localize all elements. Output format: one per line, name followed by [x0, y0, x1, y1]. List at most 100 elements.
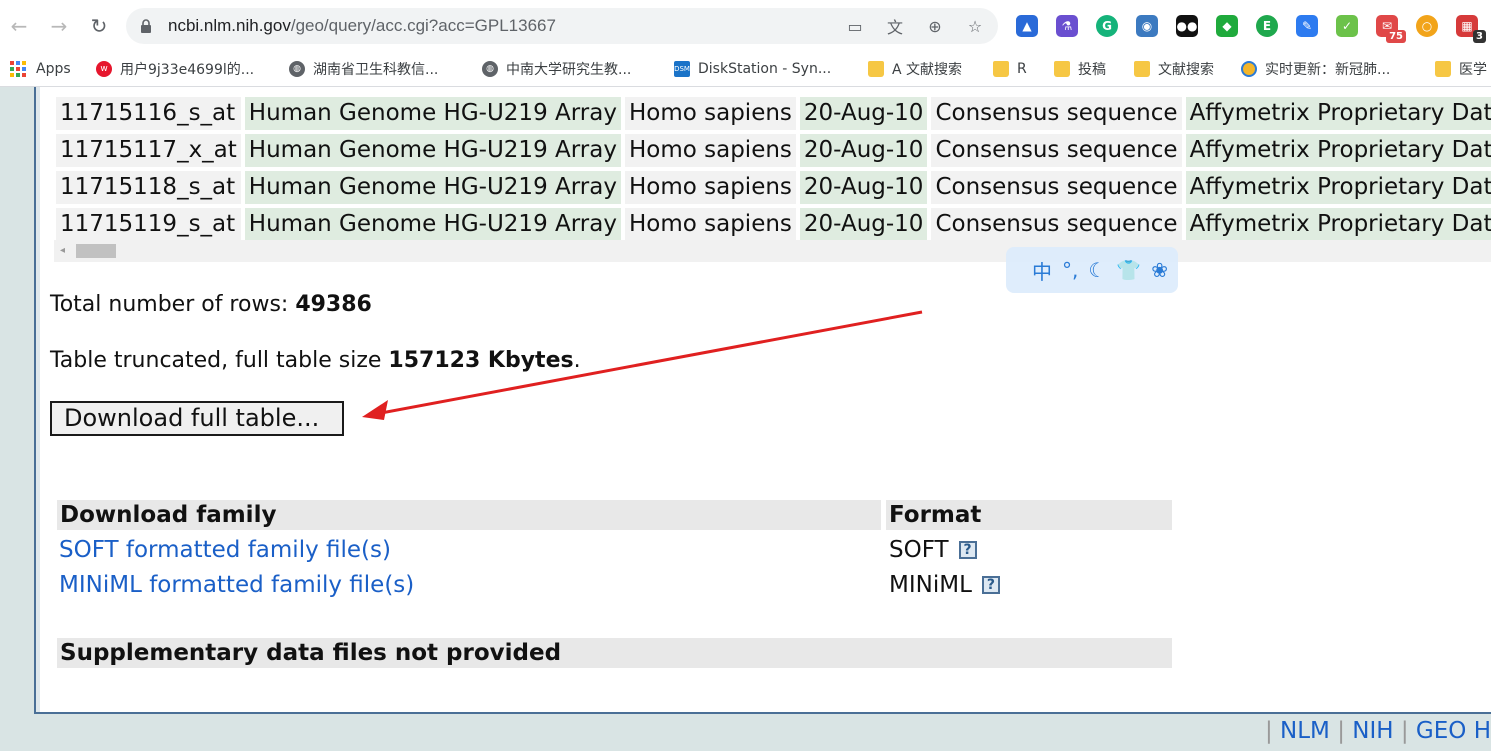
extension-mail-icon[interactable]: ✉ 75 — [1376, 15, 1406, 43]
table-row: 11715118_s_at Human Genome HG-U219 Array H… — [56, 171, 1491, 204]
bookmark-folder-a[interactable]: A 文献搜索 — [868, 58, 962, 80]
url-text: ncbi.nlm.nih.gov/geo/query/acc.cgi?acc=G… — [168, 16, 556, 35]
back-button[interactable]: ← — [6, 13, 32, 39]
bookmark-folder-search[interactable]: 文献搜索 — [1134, 58, 1214, 80]
folder-icon — [1054, 61, 1070, 77]
extension-evernote-icon[interactable]: E — [1256, 15, 1278, 37]
ime-toolbar[interactable]: 中 °, ☾ 👕 ❀ — [1006, 247, 1178, 293]
date-cell: 20-Aug-10 — [799, 97, 928, 130]
source-cell: Affymetrix Proprietary Data — [1185, 171, 1491, 204]
bookmark-label: 投稿 — [1078, 62, 1106, 78]
table-truncated-text: Table truncated, full table size 157123 … — [50, 348, 581, 373]
total-rows-label: Total number of rows: — [50, 292, 296, 317]
platform-cell: Human Genome HG-U219 Array — [244, 97, 621, 130]
bookmark-csu[interactable]: ◍ 中南大学研究生教... — [482, 58, 631, 80]
probe-id-cell: 11715116_s_at — [56, 97, 241, 130]
address-bar[interactable]: ncbi.nlm.nih.gov/geo/query/acc.cgi?acc=G… — [126, 8, 998, 44]
miniml-format-cell: MINiML ? — [889, 572, 1000, 598]
footer-link-geo-help[interactable]: GEO H — [1416, 718, 1491, 744]
folder-icon — [868, 61, 884, 77]
probe-id-cell: 11715117_x_at — [56, 134, 241, 167]
footer-links: | NLM | NIH | GEO H — [1265, 718, 1491, 744]
extension-rss-icon[interactable]: ◉ — [1136, 15, 1158, 37]
total-rows-value: 49386 — [295, 292, 372, 317]
sequence-type-cell: Consensus sequence — [931, 134, 1182, 167]
mail-badge: 75 — [1386, 30, 1406, 43]
supplementary-files-header: Supplementary data files not provided — [57, 638, 1172, 668]
cast-icon[interactable]: ▭ — [844, 15, 866, 37]
platform-cell: Human Genome HG-U219 Array — [244, 208, 621, 241]
extension-chart-icon[interactable]: ✓ — [1336, 15, 1358, 37]
folder-icon — [1435, 61, 1451, 77]
folder-icon — [993, 61, 1009, 77]
bookmark-label: 文献搜索 — [1158, 62, 1214, 78]
source-cell: Affymetrix Proprietary Data — [1185, 97, 1491, 130]
bookmark-diskstation[interactable]: DSM DiskStation - Syn... — [674, 58, 831, 80]
truncated-label: Table truncated, full table size — [50, 348, 389, 373]
extension-ring-icon[interactable]: ○ — [1416, 15, 1438, 37]
help-icon[interactable]: ? — [958, 541, 977, 559]
bookmark-star-icon[interactable]: ☆ — [964, 15, 986, 37]
source-cell: Affymetrix Proprietary Data — [1185, 134, 1491, 167]
platform-data-table: 11715116_s_at Human Genome HG-U219 Array H… — [52, 93, 1491, 245]
bookmark-news[interactable]: 实时更新：新冠肺... — [1241, 58, 1390, 80]
bookmark-apps[interactable]: Apps — [10, 58, 71, 80]
footer-separator: | — [1264, 718, 1273, 744]
footer-link-nlm[interactable]: NLM — [1280, 718, 1330, 744]
bookmark-label: 中南大学研究生教... — [506, 62, 632, 78]
download-family-header: Download family — [57, 500, 881, 530]
todo-badge: 3 — [1473, 30, 1486, 43]
table-row: 11715117_x_at Human Genome HG-U219 Array H… — [56, 134, 1491, 167]
bookmark-folder-medicine[interactable]: 医学 — [1435, 58, 1487, 80]
browser-toolbar: ← → ↻ ncbi.nlm.nih.gov/geo/query/acc.cgi… — [0, 0, 1491, 52]
bookmark-label: 用户9j33e4699l的... — [120, 62, 255, 78]
bookmarks-bar: Apps w 用户9j33e4699l的... ◍ 湖南省卫生科教信... ◍ … — [0, 52, 1491, 87]
date-cell: 20-Aug-10 — [799, 134, 928, 167]
extension-cap-icon[interactable]: ▲ — [1016, 15, 1038, 37]
bookmark-folder-submit[interactable]: 投稿 — [1054, 58, 1106, 80]
bookmark-label: Apps — [36, 61, 71, 77]
translate-icon[interactable]: 文 — [884, 15, 906, 37]
extension-edit-icon[interactable]: ✎ — [1296, 15, 1318, 37]
bookmark-label: DiskStation - Syn... — [698, 61, 832, 77]
zoom-icon[interactable]: ⊕ — [924, 15, 946, 37]
extension-mask-icon[interactable]: ●● — [1176, 15, 1198, 37]
bookmark-hunan[interactable]: ◍ 湖南省卫生科教信... — [289, 58, 438, 80]
bookmark-weibo[interactable]: w 用户9j33e4699l的... — [96, 58, 254, 80]
bookmark-label: A 文献搜索 — [892, 62, 963, 78]
bookmark-label: 湖南省卫生科教信... — [313, 62, 439, 78]
date-cell: 20-Aug-10 — [799, 208, 928, 241]
truncated-value: 157123 Kbytes — [388, 348, 574, 373]
reload-button[interactable]: ↻ — [86, 13, 112, 39]
forward-button[interactable]: → — [46, 13, 72, 39]
ime-moon-icon[interactable]: ☾ — [1088, 258, 1106, 282]
ime-flower-icon: ❀ — [1151, 258, 1168, 282]
download-full-table-button[interactable]: Download full table... — [50, 401, 344, 436]
horizontal-scrollbar[interactable]: ◂ — [54, 240, 1491, 262]
folder-icon — [1134, 61, 1150, 77]
ime-mode-label[interactable]: 中 — [1032, 256, 1052, 285]
extension-grammarly-icon[interactable]: G — [1096, 15, 1118, 37]
soft-family-link[interactable]: SOFT formatted family file(s) — [59, 537, 391, 563]
footer-separator: | — [1400, 718, 1409, 744]
news-icon — [1241, 61, 1257, 77]
extension-microscope-icon[interactable]: ⚗ — [1056, 15, 1078, 37]
footer-link-nih[interactable]: NIH — [1352, 718, 1393, 744]
species-cell: Homo sapiens — [624, 97, 796, 130]
bookmark-folder-r[interactable]: R — [993, 58, 1027, 80]
ime-skin-icon[interactable]: 👕 — [1116, 258, 1141, 282]
extension-feedly-icon[interactable]: ◆ — [1216, 15, 1238, 37]
format-header: Format — [886, 500, 1172, 530]
miniml-family-link[interactable]: MINiML formatted family file(s) — [59, 572, 414, 598]
globe-icon: ◍ — [289, 61, 305, 77]
sequence-type-cell: Consensus sequence — [931, 171, 1182, 204]
truncated-suffix: . — [573, 348, 581, 373]
probe-id-cell: 11715119_s_at — [56, 208, 241, 241]
scrollbar-thumb[interactable] — [76, 244, 116, 258]
lock-icon — [141, 19, 151, 33]
ime-punct-icon[interactable]: °, — [1062, 258, 1078, 282]
extension-todo-icon[interactable]: ▦ 3 — [1456, 15, 1486, 43]
apps-grid-icon — [10, 61, 26, 77]
help-icon[interactable]: ? — [981, 576, 1000, 594]
scroll-left-icon[interactable]: ◂ — [60, 245, 65, 256]
